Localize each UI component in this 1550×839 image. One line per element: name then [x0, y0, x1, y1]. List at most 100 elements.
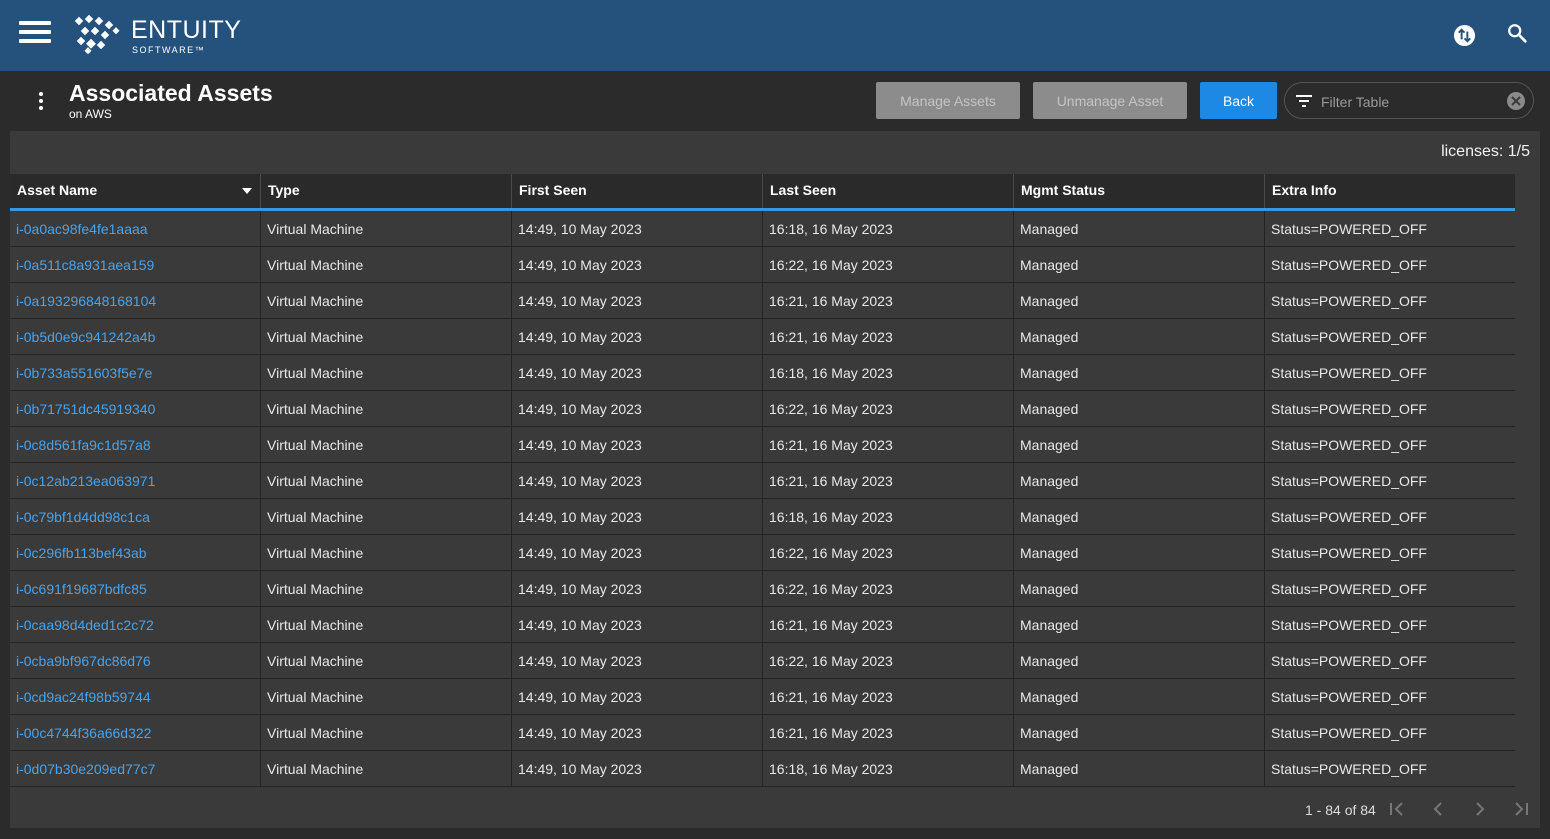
first-page-icon[interactable]: [1388, 800, 1406, 818]
first-seen-cell: 14:49, 10 May 2023: [512, 319, 763, 354]
table-row[interactable]: i-0b71751dc45919340 Virtual Machine 14:49,…: [10, 391, 1515, 427]
asset-name-link[interactable]: i-0b71751dc45919340: [10, 391, 261, 426]
first-seen-cell: 14:49, 10 May 2023: [512, 751, 763, 786]
asset-name-link[interactable]: i-0c691f19687bdfc85: [10, 571, 261, 606]
asset-name-link[interactable]: i-0b5d0e9c941242a4b: [10, 319, 261, 354]
type-cell: Virtual Machine: [261, 751, 512, 786]
column-header-asset-name[interactable]: Asset Name: [10, 174, 261, 208]
mgmt-status-cell: Managed: [1014, 211, 1265, 246]
column-header-mgmt-status[interactable]: Mgmt Status: [1014, 174, 1265, 208]
mgmt-status-cell: Managed: [1014, 535, 1265, 570]
back-button[interactable]: Back: [1200, 82, 1277, 119]
extra-info-cell: Status=POWERED_OFF: [1271, 689, 1427, 705]
sort-descending-icon[interactable]: [242, 188, 252, 194]
last-seen-cell: 16:21, 16 May 2023: [763, 283, 1014, 318]
mgmt-status-cell: Managed: [1014, 715, 1265, 750]
mgmt-status-cell: Managed: [1014, 355, 1265, 390]
asset-name-link[interactable]: i-0c296fb113bef43ab: [10, 535, 261, 570]
asset-name-link[interactable]: i-0b733a551603f5e7e: [10, 355, 261, 390]
asset-name-link[interactable]: i-0cba9bf967dc86d76: [10, 643, 261, 678]
type-cell: Virtual Machine: [261, 607, 512, 642]
first-seen-cell: 14:49, 10 May 2023: [512, 355, 763, 390]
table-row[interactable]: i-0c691f19687bdfc85 Virtual Machine 14:49,…: [10, 571, 1515, 607]
type-cell: Virtual Machine: [261, 643, 512, 678]
page-subtitle: on AWS: [69, 107, 112, 121]
last-seen-cell: 16:18, 16 May 2023: [763, 355, 1014, 390]
last-seen-cell: 16:22, 16 May 2023: [763, 643, 1014, 678]
type-cell: Virtual Machine: [261, 535, 512, 570]
first-seen-cell: 14:49, 10 May 2023: [512, 607, 763, 642]
search-icon[interactable]: [1506, 22, 1528, 44]
column-header-extra-info[interactable]: Extra Info: [1265, 174, 1515, 208]
table-row[interactable]: i-00c4744f36a66d322 Virtual Machine 14:49,…: [10, 715, 1515, 751]
type-cell: Virtual Machine: [261, 679, 512, 714]
next-page-icon[interactable]: [1471, 800, 1489, 818]
asset-name-link[interactable]: i-0c79bf1d4dd98c1ca: [10, 499, 261, 534]
asset-name-link[interactable]: i-0cd9ac24f98b59744: [10, 679, 261, 714]
table-row[interactable]: i-0cba9bf967dc86d76 Virtual Machine 14:49,…: [10, 643, 1515, 679]
table-row[interactable]: i-0d07b30e209ed77c7 Virtual Machine 14:49,…: [10, 751, 1515, 787]
table-row[interactable]: i-0c79bf1d4dd98c1ca Virtual Machine 14:49,…: [10, 499, 1515, 535]
first-seen-cell: 14:49, 10 May 2023: [512, 643, 763, 678]
column-header-type[interactable]: Type: [261, 174, 512, 208]
table-row[interactable]: i-0caa98d4ded1c2c72 Virtual Machine 14:49,…: [10, 607, 1515, 643]
first-seen-cell: 14:49, 10 May 2023: [512, 463, 763, 498]
table-row[interactable]: i-0b5d0e9c941242a4b Virtual Machine 14:49,…: [10, 319, 1515, 355]
type-cell: Virtual Machine: [261, 319, 512, 354]
asset-name-link[interactable]: i-0c12ab213ea063971: [10, 463, 261, 498]
extra-info-cell: Status=POWERED_OFF: [1271, 365, 1427, 381]
asset-name-link[interactable]: i-0c8d561fa9c1d57a8: [10, 427, 261, 462]
mgmt-status-cell: Managed: [1014, 283, 1265, 318]
type-cell: Virtual Machine: [261, 283, 512, 318]
extra-info-cell: Status=POWERED_OFF: [1271, 617, 1427, 633]
asset-name-link[interactable]: i-0a511c8a931aea159: [10, 247, 261, 282]
filter-table-field[interactable]: [1284, 82, 1534, 119]
table-row[interactable]: i-0c296fb113bef43ab Virtual Machine 14:49,…: [10, 535, 1515, 571]
table-row[interactable]: i-0cd9ac24f98b59744 Virtual Machine 14:49,…: [10, 679, 1515, 715]
column-header-label: Asset Name: [17, 182, 98, 198]
table-row[interactable]: i-0a193296848168104 Virtual Machine 14:49,…: [10, 283, 1515, 319]
mgmt-status-cell: Managed: [1014, 751, 1265, 786]
pager-range: 1 - 84 of 84: [1305, 802, 1376, 818]
more-options-icon[interactable]: [36, 92, 46, 112]
manage-assets-button[interactable]: Manage Assets: [876, 82, 1020, 119]
asset-name-link[interactable]: i-0a193296848168104: [10, 283, 261, 318]
column-header-last-seen[interactable]: Last Seen: [763, 174, 1014, 208]
column-header-first-seen[interactable]: First Seen: [512, 174, 763, 208]
mgmt-status-cell: Managed: [1014, 247, 1265, 282]
extra-info-cell: Status=POWERED_OFF: [1271, 257, 1427, 273]
first-seen-cell: 14:49, 10 May 2023: [512, 211, 763, 246]
type-cell: Virtual Machine: [261, 463, 512, 498]
last-seen-cell: 16:22, 16 May 2023: [763, 247, 1014, 282]
asset-name-link[interactable]: i-00c4744f36a66d322: [10, 715, 261, 750]
last-seen-cell: 16:21, 16 May 2023: [763, 427, 1014, 462]
type-cell: Virtual Machine: [261, 427, 512, 462]
previous-page-icon[interactable]: [1429, 800, 1447, 818]
first-seen-cell: 14:49, 10 May 2023: [512, 283, 763, 318]
unmanage-asset-button[interactable]: Unmanage Asset: [1033, 82, 1187, 119]
extra-info-cell: Status=POWERED_OFF: [1271, 761, 1427, 777]
asset-name-link[interactable]: i-0a0ac98fe4fe1aaaa: [10, 211, 261, 246]
table-row[interactable]: i-0b733a551603f5e7e Virtual Machine 14:49,…: [10, 355, 1515, 391]
last-seen-cell: 16:18, 16 May 2023: [763, 211, 1014, 246]
first-seen-cell: 14:49, 10 May 2023: [512, 571, 763, 606]
asset-name-link[interactable]: i-0d07b30e209ed77c7: [10, 751, 261, 786]
table-row[interactable]: i-0c12ab213ea063971 Virtual Machine 14:49,…: [10, 463, 1515, 499]
sync-icon[interactable]: [1453, 24, 1476, 47]
extra-info-cell: Status=POWERED_OFF: [1271, 221, 1427, 237]
page-title: Associated Assets: [69, 80, 273, 106]
asset-name-link[interactable]: i-0caa98d4ded1c2c72: [10, 607, 261, 642]
table-row[interactable]: i-0a511c8a931aea159 Virtual Machine 14:49,…: [10, 247, 1515, 283]
menu-icon[interactable]: [19, 21, 51, 45]
first-seen-cell: 14:49, 10 May 2023: [512, 427, 763, 462]
mgmt-status-cell: Managed: [1014, 607, 1265, 642]
filter-table-input[interactable]: [1319, 90, 1503, 114]
logo-subtext: SOFTWARE™: [132, 45, 206, 55]
table-row[interactable]: i-0c8d561fa9c1d57a8 Virtual Machine 14:49,…: [10, 427, 1515, 463]
clear-filter-icon[interactable]: [1506, 91, 1526, 111]
last-page-icon[interactable]: [1512, 800, 1530, 818]
table-body: i-0a0ac98fe4fe1aaaa Virtual Machine 14:49,…: [10, 211, 1515, 791]
table-row[interactable]: i-0a0ac98fe4fe1aaaa Virtual Machine 14:49,…: [10, 211, 1515, 247]
last-seen-cell: 16:18, 16 May 2023: [763, 751, 1014, 786]
last-seen-cell: 16:22, 16 May 2023: [763, 391, 1014, 426]
